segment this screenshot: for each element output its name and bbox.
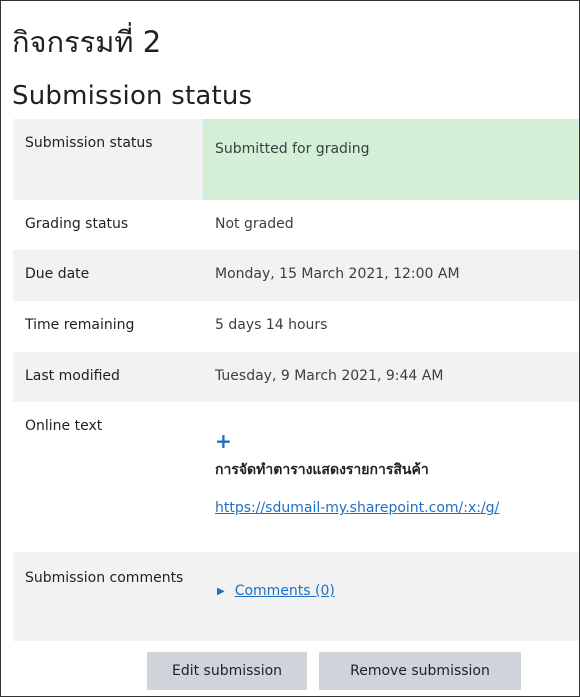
table-row: Grading status Not graded: [13, 200, 579, 250]
edit-submission-button[interactable]: Edit submission: [147, 652, 307, 690]
section-title: Submission status: [12, 81, 253, 111]
due-date-value: Monday, 15 March 2021, 12:00 AM: [215, 266, 460, 282]
grading-status-value: Not graded: [215, 216, 294, 232]
row-label: Submission status: [25, 135, 153, 151]
caret-right-icon: ▶: [217, 585, 225, 597]
submission-status-table: Submission status Submitted for grading …: [13, 119, 579, 641]
online-text-title: การจัดทำตารางแสดงรายการสินค้า: [215, 462, 429, 478]
comments-toggle[interactable]: ▶ Comments (0): [215, 583, 579, 599]
submission-comments-value: ▶ Comments (0): [203, 552, 579, 641]
row-label: Due date: [25, 266, 90, 282]
plus-icon[interactable]: +: [215, 431, 579, 451]
table-row: Submission comments ▶ Comments (0): [13, 552, 579, 641]
online-text-link[interactable]: https://sdumail-my.sharepoint.com/:x:/g/: [215, 500, 579, 516]
assignment-panel: กิจกรรมที่ 2 Submission status Submissio…: [0, 0, 580, 697]
table-row: Time remaining 5 days 14 hours: [13, 301, 579, 352]
submission-status-value: Submitted for grading: [203, 119, 579, 200]
remove-submission-button[interactable]: Remove submission: [319, 652, 521, 690]
table-row: Due date Monday, 15 March 2021, 12:00 AM: [13, 250, 579, 301]
row-label: Last modified: [25, 368, 120, 384]
row-label: Grading status: [25, 216, 129, 232]
comments-link[interactable]: Comments (0): [235, 583, 335, 599]
table-row: Submission status Submitted for grading: [13, 119, 579, 200]
table-row: Last modified Tuesday, 9 March 2021, 9:4…: [13, 352, 579, 402]
online-text-value: + การจัดทำตารางแสดงรายการสินค้า https://…: [203, 402, 579, 552]
row-label: Online text: [25, 418, 103, 434]
last-modified-value: Tuesday, 9 March 2021, 9:44 AM: [215, 368, 444, 384]
time-remaining-value: 5 days 14 hours: [215, 317, 328, 333]
page-title: กิจกรรมที่ 2: [12, 25, 162, 59]
row-label: Time remaining: [25, 317, 135, 333]
row-label: Submission comments: [25, 570, 184, 586]
table-row: Online text + การจัดทำตารางแสดงรายการสิน…: [13, 402, 579, 552]
